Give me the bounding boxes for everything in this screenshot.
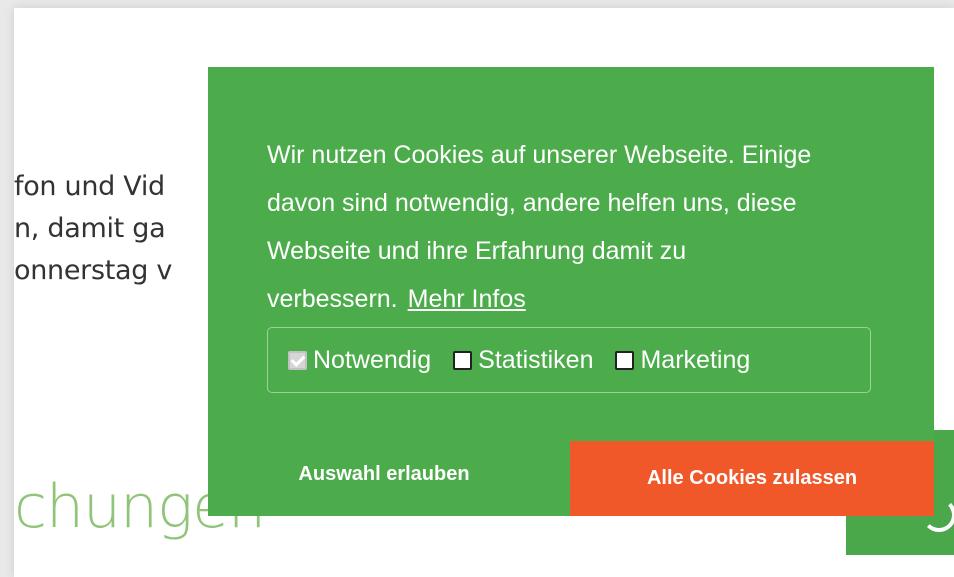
option-necessary: Notwendig	[288, 346, 431, 375]
cookie-options: Notwendig Statistiken Marketing	[267, 327, 871, 393]
marketing-checkbox[interactable]	[615, 350, 635, 370]
cookie-message-text: Wir nutzen Cookies auf unserer Webseite.…	[267, 141, 812, 313]
option-label: Marketing	[640, 345, 751, 374]
background-text-line: onnerstag v	[14, 255, 173, 286]
allow-all-cookies-button[interactable]: Alle Cookies zulassen	[570, 441, 934, 516]
option-marketing[interactable]: Marketing	[615, 346, 750, 375]
allow-selection-button[interactable]: Auswahl erlauben	[254, 453, 514, 495]
background-paragraph: fon und Vid n, damit ga onnerstag v	[14, 166, 172, 292]
option-label: Notwendig	[313, 345, 432, 374]
option-statistics[interactable]: Statistiken	[453, 346, 593, 375]
necessary-checkbox	[288, 350, 307, 370]
background-text-line: n, damit ga	[14, 213, 166, 244]
option-label: Statistiken	[478, 345, 594, 374]
statistics-checkbox[interactable]	[453, 350, 473, 370]
cookie-message: Wir nutzen Cookies auf unserer Webseite.…	[267, 131, 867, 323]
more-info-link[interactable]: Mehr Infos	[408, 285, 526, 313]
cookie-banner: Wir nutzen Cookies auf unserer Webseite.…	[208, 67, 934, 516]
background-text-line: fon und Vid	[14, 171, 165, 202]
